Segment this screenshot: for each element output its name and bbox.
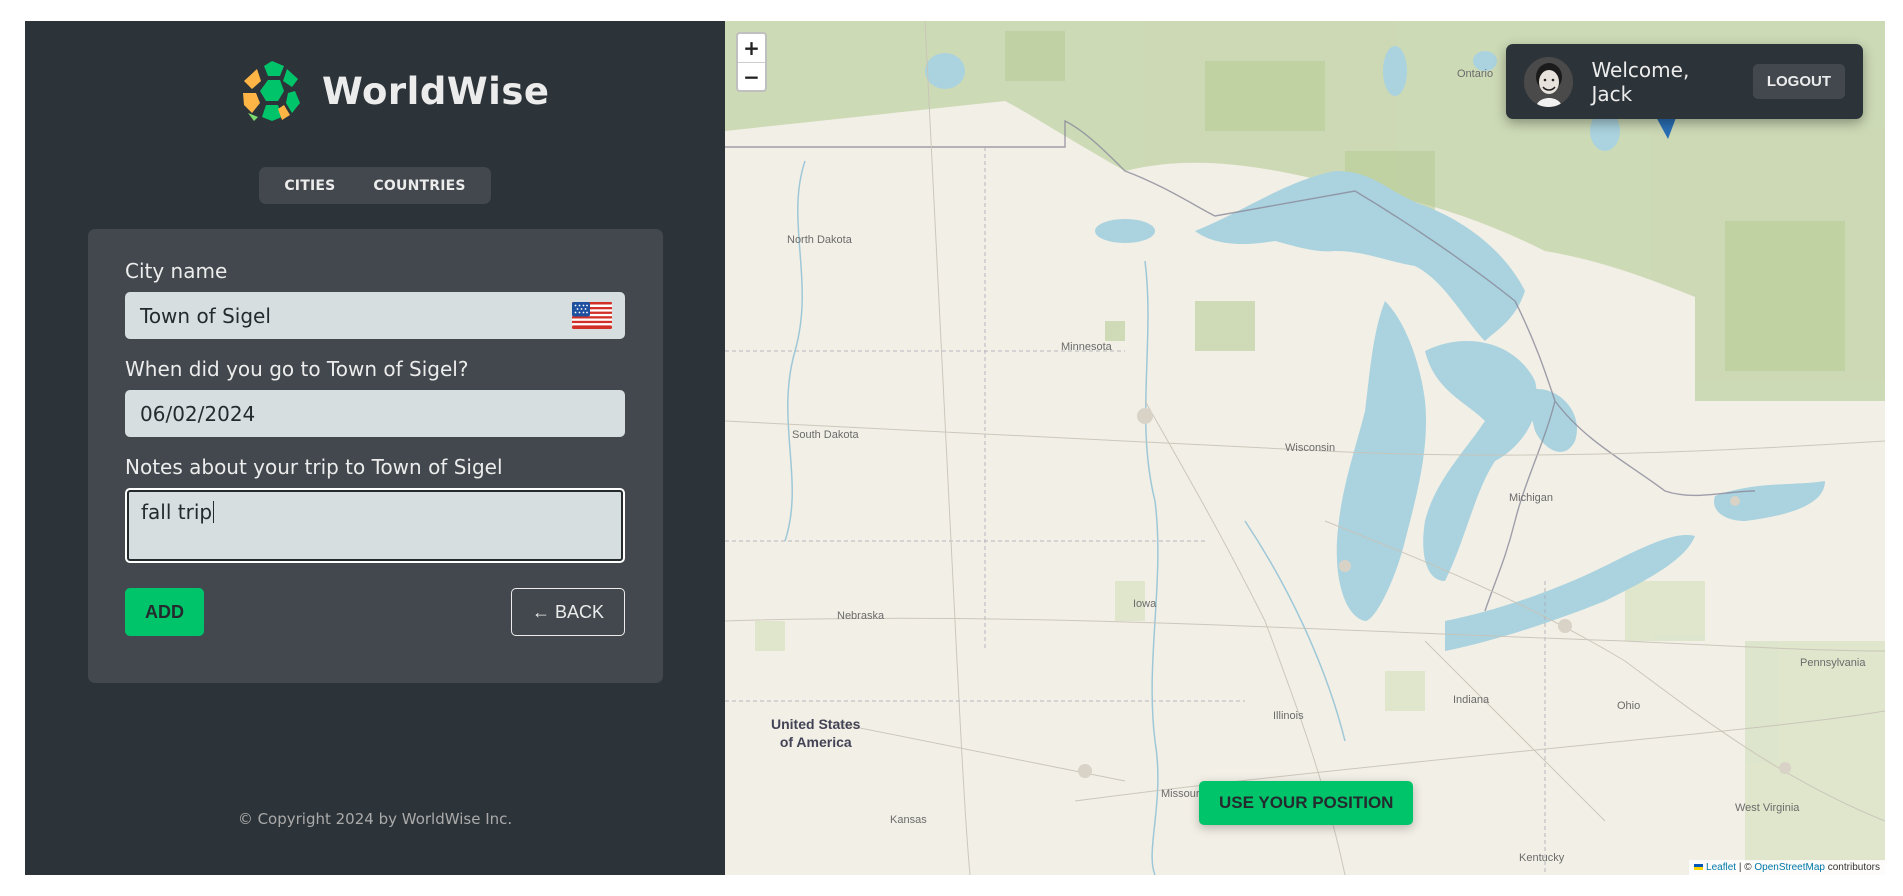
map-label-nebraska: Nebraska [837, 610, 885, 622]
map-label-west-virginia: West Virginia [1735, 802, 1800, 814]
map-attribution: Leaflet | © OpenStreetMap contributors [1689, 860, 1885, 875]
city-name-input[interactable]: Town of Sigel [125, 292, 625, 339]
map-label-ohio: Ohio [1617, 700, 1641, 712]
us-flag-icon [572, 302, 612, 329]
map-label-south-dakota: South Dakota [792, 429, 859, 441]
form-buttons: ADD ← BACK [125, 588, 625, 636]
notes-text: fall trip [141, 500, 213, 524]
city-name-wrapper: Town of Sigel [125, 292, 625, 339]
sidebar: WorldWise CITIES COUNTRIES City name Tow… [25, 21, 725, 875]
map-label-indiana: Indiana [1453, 694, 1490, 706]
app: WorldWise CITIES COUNTRIES City name Tow… [25, 21, 1885, 875]
date-label: When did you go to Town of Sigel? [125, 357, 469, 381]
attribution-suffix: contributors [1824, 862, 1880, 873]
osm-link[interactable]: OpenStreetMap [1754, 862, 1825, 873]
map-label-wisconsin: Wisconsin [1285, 442, 1336, 454]
use-position-button[interactable]: USE YOUR POSITION [1199, 781, 1414, 825]
city-name-field: City name Town of Sigel [125, 259, 626, 339]
notes-label: Notes about your trip to Town of Sigel [125, 455, 503, 479]
map-label-kentucky: Kentucky [1519, 852, 1565, 864]
user-panel: Welcome, Jack LOGOUT [1506, 44, 1863, 119]
zoom-in-button[interactable]: + [738, 34, 765, 62]
map-label-missouri: Missouri [1161, 788, 1202, 800]
globe-logo-icon [240, 59, 304, 123]
map-label-iowa: Iowa [1133, 598, 1157, 610]
back-button[interactable]: ← BACK [510, 588, 625, 636]
zoom-control: + − [736, 32, 767, 92]
map-label-illinois: Illinois [1273, 710, 1304, 722]
date-input[interactable]: 06/02/2024 [125, 390, 625, 437]
city-name-label: City name [125, 259, 228, 283]
user-avatar-icon [1524, 56, 1574, 107]
map-label-pennsylvania: Pennsylvania [1800, 657, 1866, 669]
map[interactable]: Ontario North Dakota Minnesota South Dak… [725, 21, 1885, 875]
copyright-footer: © Copyright 2024 by WorldWise Inc. [237, 810, 513, 828]
tab-cities[interactable]: CITIES [270, 169, 349, 203]
ukraine-flag-icon [1694, 864, 1704, 870]
add-city-form: City name Town of Sigel When did you go … [88, 229, 663, 683]
cities-countries-tabs: CITIES COUNTRIES [259, 167, 491, 204]
attribution-separator: | © [1736, 862, 1755, 873]
date-field: When did you go to Town of Sigel? 06/02/… [125, 357, 626, 437]
logout-button[interactable]: LOGOUT [1752, 64, 1845, 99]
map-label-minnesota: Minnesota [1061, 341, 1112, 353]
avatar [1524, 56, 1574, 107]
tab-countries[interactable]: COUNTRIES [359, 169, 479, 203]
notes-field: Notes about your trip to Town of Sigel f… [125, 455, 626, 563]
map-label-ontario: Ontario [1457, 68, 1494, 80]
map-label-usa: United States of America [771, 716, 861, 750]
leaflet-link[interactable]: Leaflet [1706, 862, 1736, 873]
welcome-text: Welcome, Jack [1591, 57, 1690, 106]
add-button[interactable]: ADD [125, 588, 204, 636]
map-label-michigan: Michigan [1509, 492, 1554, 504]
map-label-kansas: Kansas [890, 814, 927, 826]
map-label-north-dakota: North Dakota [787, 234, 852, 246]
logo[interactable]: WorldWise [238, 57, 549, 125]
notes-textarea[interactable]: fall trip [125, 488, 625, 563]
brand-name: WorldWise [322, 69, 550, 113]
text-cursor [213, 501, 215, 523]
zoom-out-button[interactable]: − [738, 62, 765, 90]
